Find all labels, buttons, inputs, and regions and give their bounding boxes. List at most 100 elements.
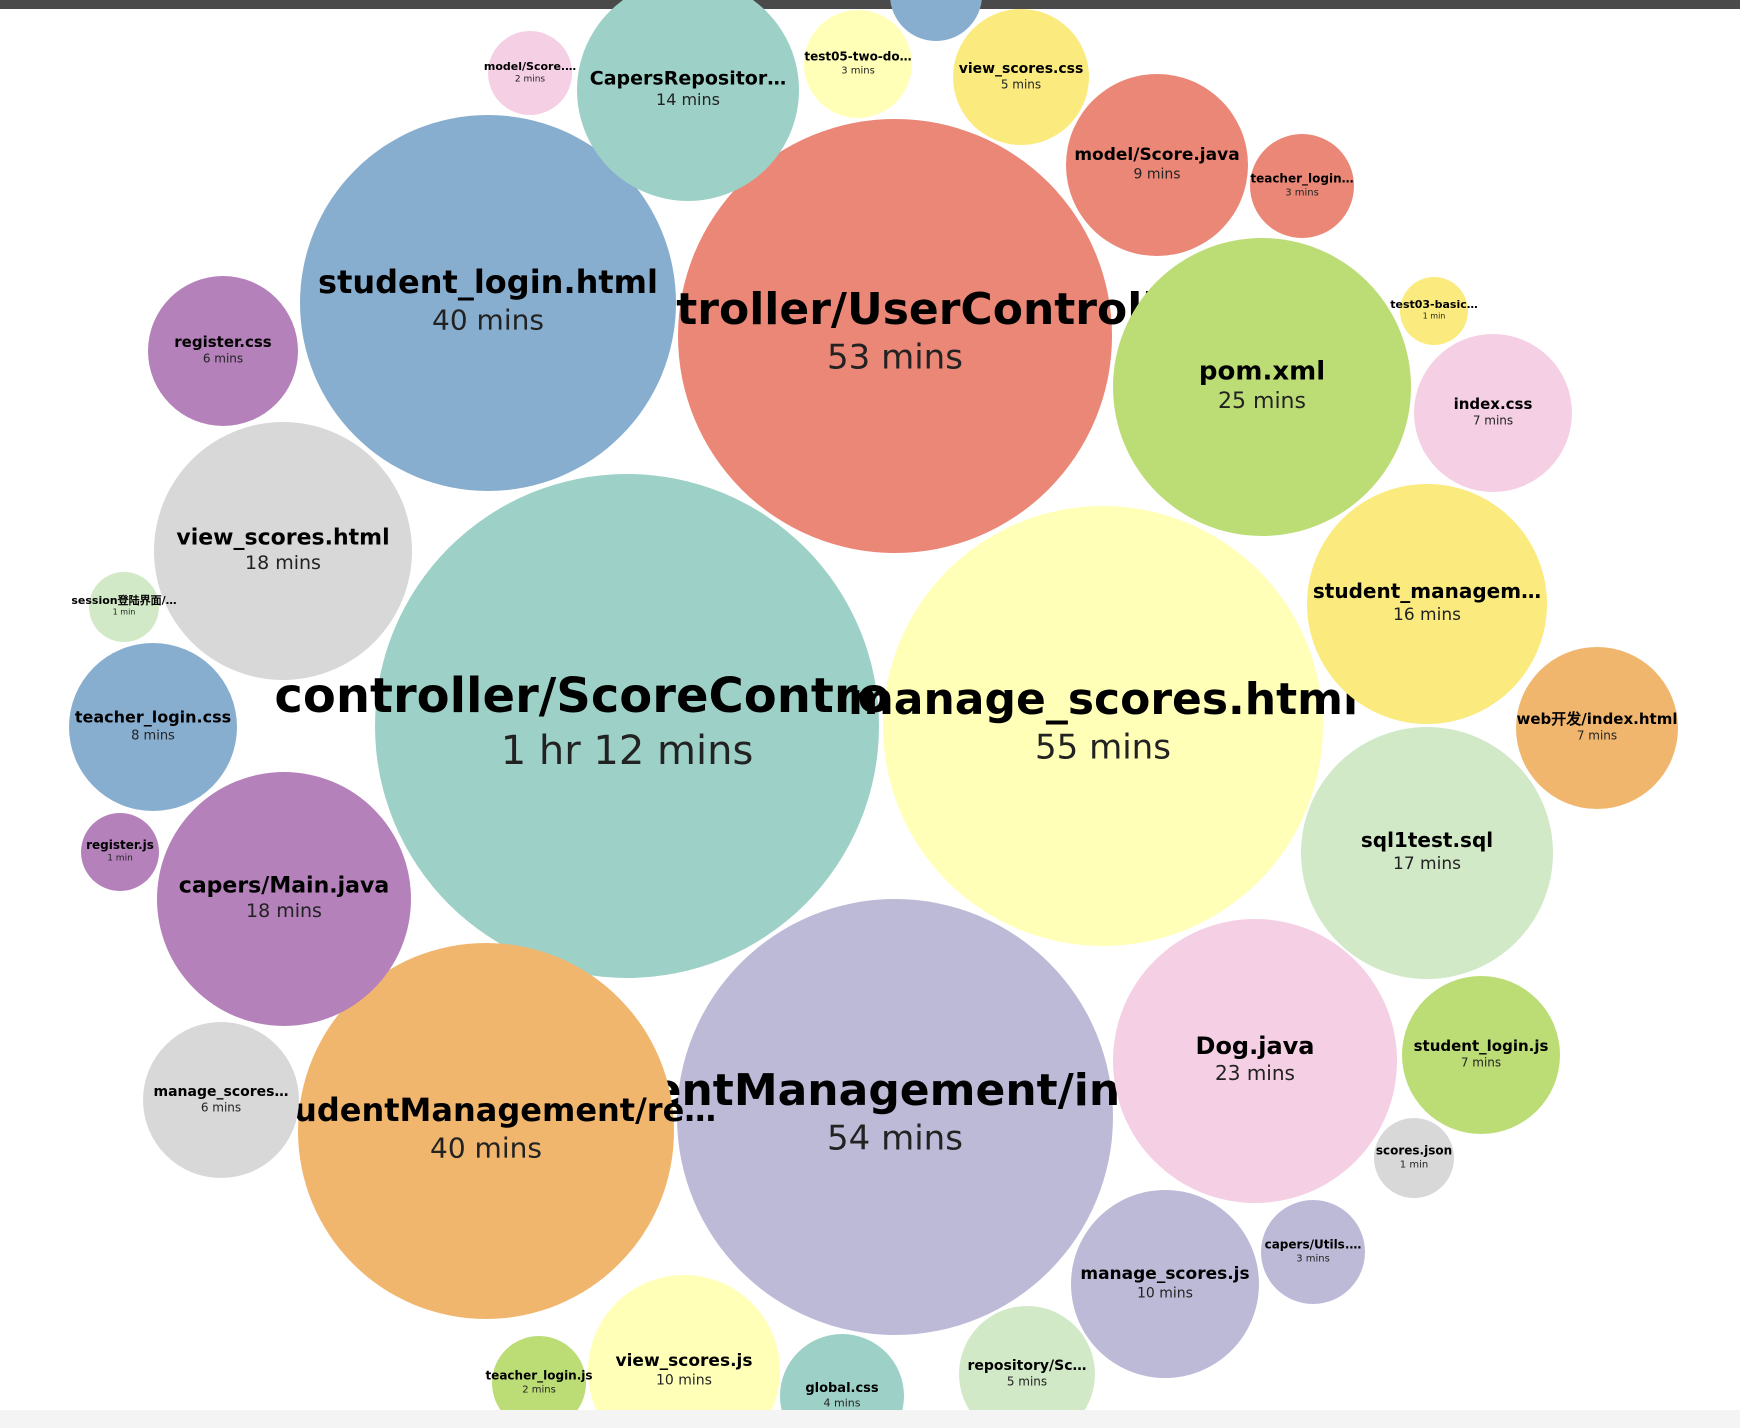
bubble-value: 1 min bbox=[113, 608, 136, 617]
bubble-label: student_managem… bbox=[1313, 579, 1541, 603]
bubble-label: student_login.html bbox=[318, 263, 658, 301]
bubble-value: 40 mins bbox=[430, 1132, 542, 1165]
bubble-value: 10 mins bbox=[1137, 1285, 1193, 1301]
bubble-label: scores.json bbox=[1376, 1144, 1452, 1158]
bubble-model-score[interactable]: model/Score.… 2 mins bbox=[484, 31, 576, 115]
bubble-value: 14 mins bbox=[656, 90, 720, 109]
bubble-label: session登陆界面/… bbox=[71, 593, 176, 607]
bubble-value: 18 mins bbox=[246, 900, 322, 922]
bubble-label: manage_scores… bbox=[154, 1084, 289, 1100]
bubble-label: repository/Sc… bbox=[967, 1358, 1086, 1374]
bubble-value: 7 mins bbox=[1461, 1055, 1501, 1069]
bubble-value: 40 mins bbox=[432, 304, 544, 337]
bubble-value: 55 mins bbox=[1035, 727, 1171, 767]
bubble-value: 3 mins bbox=[1296, 1254, 1330, 1265]
bubble-label: teacher_login.js bbox=[485, 1369, 592, 1384]
bubble-manage-scores-js[interactable]: manage_scores.js10 mins bbox=[1071, 1190, 1259, 1378]
bubble-value: 7 mins bbox=[1577, 728, 1617, 742]
bubble-label: register.css bbox=[174, 333, 271, 351]
bubble-value: 3 mins bbox=[1285, 188, 1319, 199]
bubble-label: Dog.java bbox=[1196, 1032, 1315, 1060]
bubble-value: 5 mins bbox=[1001, 77, 1041, 91]
bubble-value: 5 mins bbox=[1007, 1374, 1047, 1388]
bubble-label: pom.xml bbox=[1199, 356, 1325, 386]
bubble-manage-scores[interactable]: manage_scores…6 mins bbox=[143, 1022, 299, 1178]
bubble-label: model/Score.… bbox=[484, 60, 576, 73]
bubble-register-css[interactable]: register.css6 mins bbox=[148, 276, 298, 426]
bubble-value: 8 mins bbox=[131, 728, 175, 743]
bubble-student-login-js[interactable]: student_login.js7 mins bbox=[1402, 976, 1560, 1134]
bubble-label: controller/UserControll… bbox=[589, 284, 1202, 335]
bubble-value: 18 mins bbox=[245, 552, 321, 574]
bubble-label: manage_scores.html bbox=[848, 674, 1358, 725]
bubble-label: sql1test.sql bbox=[1361, 828, 1493, 852]
bubble-view-scores-css[interactable]: view_scores.css5 mins bbox=[953, 9, 1089, 145]
bubble-value: 6 mins bbox=[203, 351, 243, 365]
bubble-value: 25 mins bbox=[1218, 389, 1306, 414]
bubble-label: global.css bbox=[805, 1381, 879, 1396]
bubble-circle bbox=[804, 10, 912, 118]
bubble-value: 16 mins bbox=[1393, 605, 1461, 625]
bubble-manage-scores-html[interactable]: manage_scores.html55 mins bbox=[848, 506, 1358, 946]
bubble-teacher-login-css[interactable]: teacher_login.css 8 mins bbox=[69, 643, 237, 811]
bubble-value: 6 mins bbox=[201, 1100, 241, 1114]
bubble-test05-two-do[interactable]: test05-two-do… 3 mins bbox=[804, 10, 912, 118]
bubble-label: teacher_login… bbox=[1250, 172, 1353, 187]
bubble-label: student_login.js bbox=[1414, 1037, 1549, 1055]
bubble-value: 2 mins bbox=[522, 1385, 556, 1396]
bubble-value: 53 mins bbox=[827, 337, 963, 377]
bubble-circle bbox=[375, 474, 879, 978]
bubble-label: StudentManagement/re… bbox=[256, 1091, 717, 1129]
bubble-circle bbox=[677, 899, 1113, 1335]
bubble-pom-xml[interactable]: pom.xml 25 mins bbox=[1113, 238, 1411, 536]
bubble-teacher-login[interactable]: teacher_login…3 mins bbox=[1250, 134, 1354, 238]
bubble-value: 1 min bbox=[1423, 312, 1446, 321]
bubble-label: web开发/index.html bbox=[1517, 710, 1678, 728]
bubble-label: teacher_login.css bbox=[75, 707, 231, 726]
bubble-view-scores-html[interactable]: view_scores.html18 mins bbox=[154, 422, 412, 680]
bubble-label: view_scores.css bbox=[959, 61, 1084, 77]
bubble-index-css[interactable]: index.css7 mins bbox=[1414, 334, 1572, 492]
bubble-model-score-java[interactable]: model/Score.java9 mins bbox=[1066, 74, 1248, 256]
bubble-register-js[interactable]: register.js 1 min bbox=[81, 813, 159, 891]
bubble-circle bbox=[81, 813, 159, 891]
bubble-circle bbox=[883, 506, 1323, 946]
bubble-label: test05-two-do… bbox=[804, 50, 911, 64]
bubble-value: 7 mins bbox=[1473, 413, 1513, 427]
bubble-chart: controller/ScoreController1 hr 12 minsma… bbox=[69, 0, 1678, 1428]
bubble-student-management[interactable]: student_managem…16 mins bbox=[1307, 484, 1547, 724]
bubble-label: index.css bbox=[1454, 395, 1533, 413]
bubble-value: 1 hr 12 mins bbox=[501, 728, 754, 774]
bubble-label: capers/Utils.… bbox=[1265, 1238, 1362, 1252]
bubble-value: 3 mins bbox=[841, 66, 875, 77]
bubble-circle bbox=[154, 422, 412, 680]
bubble-test03-basic[interactable]: test03-basic…1 min bbox=[1390, 277, 1478, 345]
window-bottom-bar bbox=[0, 1410, 1740, 1428]
bubble-value: 1 min bbox=[1400, 1160, 1428, 1171]
bubble-label: model/Score.java bbox=[1074, 145, 1239, 165]
bubble-capers-utils[interactable]: capers/Utils.… 3 mins bbox=[1261, 1200, 1365, 1304]
bubble-label: register.js bbox=[86, 838, 154, 852]
bubble-scores-json[interactable]: scores.json 1 min bbox=[1374, 1118, 1454, 1198]
bubble-web-index-html[interactable]: web开发/index.html7 mins bbox=[1516, 647, 1678, 809]
bubble-label: test03-basic… bbox=[1390, 298, 1478, 311]
bubble-capers-main-java[interactable]: capers/Main.java18 mins bbox=[157, 772, 411, 1026]
bubble-dog-java[interactable]: Dog.java23 mins bbox=[1113, 919, 1397, 1203]
bubble-circle bbox=[69, 643, 237, 811]
bubble-value: 23 mins bbox=[1215, 1061, 1295, 1085]
bubble-view-scores-js[interactable]: view_scores.js10 mins bbox=[588, 1275, 780, 1428]
bubble-value: 9 mins bbox=[1133, 166, 1180, 182]
bubble-label: view_scores.html bbox=[176, 525, 389, 550]
bubble-circle bbox=[157, 772, 411, 1026]
bubble-value: 2 mins bbox=[515, 75, 546, 85]
bubble-value: 10 mins bbox=[656, 1372, 712, 1388]
bubble-circle bbox=[1307, 484, 1547, 724]
bubble-circle bbox=[1261, 1200, 1365, 1304]
bubble-circle bbox=[1113, 238, 1411, 536]
bubble-sql1test-sql[interactable]: sql1test.sql17 mins bbox=[1301, 727, 1553, 979]
bubble-value: 54 mins bbox=[827, 1118, 963, 1158]
bubble-value: 17 mins bbox=[1393, 854, 1461, 874]
bubble-label: CapersRepositor… bbox=[590, 67, 786, 89]
bubble-label: manage_scores.js bbox=[1080, 1264, 1249, 1284]
bubble-label: capers/Main.java bbox=[179, 873, 389, 898]
